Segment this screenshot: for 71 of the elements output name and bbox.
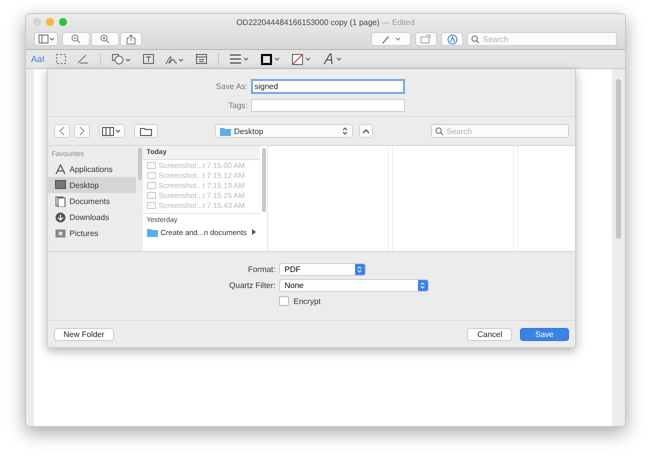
signature-icon[interactable]: [164, 54, 185, 64]
quartz-filter-label: Quartz Filter:: [228, 280, 276, 290]
sidebar-icon: [38, 34, 54, 44]
sidebar-item[interactable]: Desktop: [48, 177, 136, 193]
tags-field[interactable]: [250, 99, 404, 112]
columns-icon: [102, 126, 122, 136]
line-style-icon[interactable]: [230, 54, 250, 64]
zoom-out-button[interactable]: [62, 32, 90, 46]
search-icon: [471, 34, 480, 44]
pen-button[interactable]: [371, 32, 411, 46]
notes-icon[interactable]: [196, 54, 207, 64]
folder-button[interactable]: [134, 124, 158, 138]
zoom-out-icon: [71, 34, 81, 44]
zoom-button[interactable]: [59, 18, 67, 26]
format-popup[interactable]: PDF: [278, 262, 366, 276]
up-down-arrows-icon: [357, 264, 362, 274]
scrollbar[interactable]: [138, 148, 142, 180]
download-icon: [54, 212, 66, 222]
up-down-arrows-icon: [342, 126, 348, 136]
camera-icon: [54, 228, 66, 238]
quartz-filter-popup[interactable]: None: [278, 278, 428, 292]
folder-icon: [220, 126, 231, 136]
sidebar-item[interactable]: Downloads: [48, 209, 136, 225]
sketch-icon[interactable]: [76, 54, 89, 64]
new-folder-button[interactable]: New Folder: [54, 328, 114, 340]
expand-button[interactable]: [359, 124, 373, 138]
cancel-button[interactable]: Cancel: [467, 328, 512, 340]
view-mode-button[interactable]: [98, 124, 124, 138]
save-as-label: Save As:: [214, 82, 248, 91]
up-down-arrows-icon: [420, 280, 425, 290]
text-box-icon[interactable]: [142, 54, 154, 64]
forward-button[interactable]: [74, 124, 90, 138]
chevron-right-icon: [78, 126, 84, 136]
tags-label: Tags:: [227, 101, 248, 110]
window-title: OD222044484166153000 copy (1 page) — Edited: [236, 17, 415, 27]
location-popup[interactable]: Desktop: [215, 124, 353, 138]
share-button[interactable]: [120, 32, 142, 46]
zoom-in-icon: [100, 34, 110, 44]
scrollbar[interactable]: [616, 79, 621, 239]
pen-icon: [380, 34, 402, 44]
fill-color-icon[interactable]: [292, 54, 312, 64]
sidebar-item[interactable]: Pictures: [48, 225, 136, 241]
border-color-icon[interactable]: [260, 54, 281, 64]
folder-icon: [140, 126, 152, 136]
format-label: Format:: [246, 264, 276, 274]
font-icon[interactable]: [322, 53, 343, 65]
rotate-button[interactable]: [415, 32, 437, 46]
search-icon: [434, 126, 444, 136]
rotate-icon: [420, 34, 432, 44]
save-button[interactable]: Save: [520, 328, 568, 340]
encrypt-label: Encrypt: [294, 296, 321, 306]
encrypt-checkbox[interactable]: [278, 296, 288, 306]
sidebar-item[interactable]: Applications: [48, 161, 136, 177]
share-icon: [126, 34, 136, 44]
applications-icon: [54, 164, 66, 174]
search-field[interactable]: Search: [430, 124, 568, 138]
desktop-icon: [54, 180, 66, 190]
save-as-field[interactable]: signed: [250, 79, 404, 94]
chevron-up-icon: [362, 128, 370, 134]
documents-icon: [54, 196, 66, 206]
sidebar-toggle-button[interactable]: [34, 32, 58, 46]
disclosure-triangle-icon: [252, 229, 256, 235]
shapes-icon[interactable]: [112, 54, 132, 64]
search-field[interactable]: Search: [467, 32, 617, 46]
markup-icon: [446, 34, 458, 44]
back-button[interactable]: [54, 124, 70, 138]
chevron-left-icon: [58, 126, 64, 136]
selection-icon[interactable]: [56, 54, 66, 64]
zoom-in-button[interactable]: [91, 32, 119, 46]
sidebar-item[interactable]: Documents: [48, 193, 136, 209]
markup-button[interactable]: [441, 32, 463, 46]
